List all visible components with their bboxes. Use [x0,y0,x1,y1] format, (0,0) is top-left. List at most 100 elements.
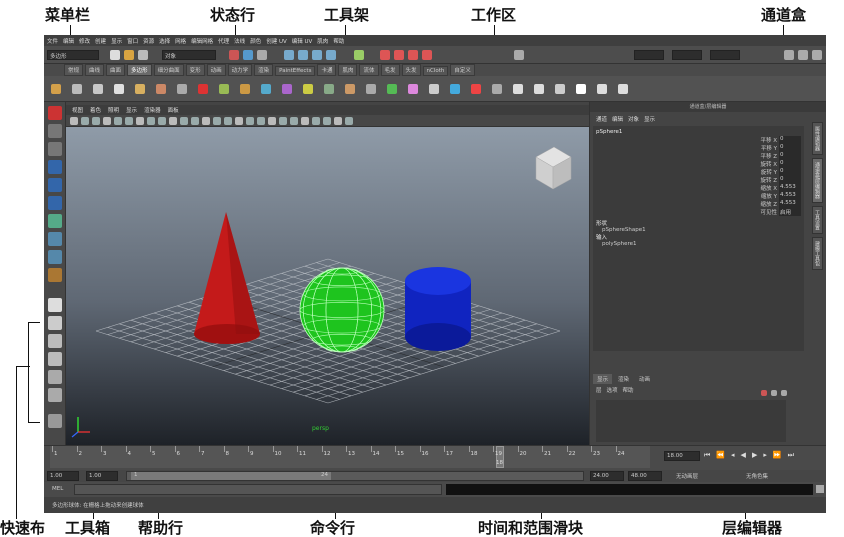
layout-four-icon[interactable] [48,316,62,330]
coord-x-field[interactable] [634,50,664,60]
poly-soccer-icon[interactable] [261,84,271,94]
shelf-tab-general[interactable]: 常规 [64,64,84,76]
step-back-key-icon[interactable]: ⏪ [716,451,725,460]
viewport-tool-icon[interactable] [323,117,331,125]
shelf-tab-subdivs[interactable]: 细分曲面 [153,64,184,76]
channel-attr-row[interactable]: 可见性 启用 [596,208,801,216]
step-back-frame-icon[interactable]: ◂ [731,451,735,460]
viewport-tool-icon[interactable] [158,117,166,125]
playback-start-field[interactable]: 1.00 [86,471,118,481]
layer-tab-render[interactable]: 渲染 [614,374,633,384]
viewport-menu-view[interactable]: 视图 [72,106,83,114]
viewport-tool-icon[interactable] [136,117,144,125]
green-sphere[interactable] [299,267,385,353]
viewport-menu-renderer[interactable]: 渲染器 [144,106,161,114]
append-polygon-icon[interactable] [471,84,481,94]
step-forward-frame-icon[interactable]: ▸ [763,451,767,460]
show-attribute-editor-icon[interactable] [812,50,822,60]
viewport-tool-icon[interactable] [202,117,210,125]
lasso-tool-icon[interactable] [48,124,62,138]
manipulator-tool-icon[interactable] [48,214,62,228]
shelf-tab-fur[interactable]: 毛发 [380,64,400,76]
layout-outliner-icon[interactable] [48,414,62,428]
viewport-menu-show[interactable]: 显示 [126,106,137,114]
channel-attr-row[interactable]: 平移 Z0 [596,152,801,160]
viewport-menu-lighting[interactable]: 照明 [108,106,119,114]
viewport-tool-icon[interactable] [213,117,221,125]
bevel-icon[interactable] [576,84,586,94]
viewport-tool-icon[interactable] [235,117,243,125]
command-input[interactable] [74,484,442,495]
viewport-tool-icon[interactable] [334,117,342,125]
select-by-component-icon[interactable] [257,50,267,60]
channel-attr-row[interactable]: 平移 X0 [596,136,801,144]
channel-attr-row[interactable]: 平移 Y0 [596,144,801,152]
poly-pipe-icon[interactable] [219,84,229,94]
smooth-icon[interactable] [408,84,418,94]
viewport-tool-icon[interactable] [81,117,89,125]
boolean-intersect-icon[interactable] [387,84,397,94]
merge-icon[interactable] [597,84,607,94]
channel-attr-value[interactable]: 4.553 [779,200,801,208]
shelf-tab-fluids[interactable]: 流体 [359,64,379,76]
ipr-render-icon[interactable] [394,50,404,60]
viewport-tool-icon[interactable] [125,117,133,125]
viewport-menu-shading[interactable]: 着色 [90,106,101,114]
side-tab-modeling-toolkit[interactable]: 建模工具包 [812,236,823,270]
end-time-field[interactable]: 48.00 [628,471,662,481]
poly-sphere-icon[interactable] [51,84,61,94]
viewport-tool-icon[interactable] [180,117,188,125]
menu-edit-uv[interactable]: 编辑 UV [292,37,313,45]
extrude-icon[interactable] [555,84,565,94]
anim-layer-select[interactable]: 无动画层 [676,472,698,480]
channel-menu-edit[interactable]: 编辑 [612,115,623,123]
save-scene-icon[interactable] [138,50,148,60]
layer-up-icon[interactable] [781,390,787,396]
poly-helix-icon[interactable] [240,84,250,94]
channel-attr-value[interactable]: 0 [779,144,801,152]
average-vertices-icon[interactable] [429,84,439,94]
shelf-tab-animation[interactable]: 动画 [206,64,226,76]
shelf-tab-toon[interactable]: 卡通 [317,64,337,76]
channel-attr-value[interactable]: 启用 [779,208,801,216]
viewport-tool-icon[interactable] [279,117,287,125]
shelf-tab-surfaces[interactable]: 曲面 [106,64,126,76]
channel-attr-value[interactable]: 4.553 [779,192,801,200]
workspace-viewport[interactable]: persp [66,127,589,445]
time-ruler[interactable]: 18 1 2 3 4 5 6 7 8 9 10 11 12 13 14 15 16 17 18 19 20 21 22 23… [50,446,650,468]
channel-menu-channels[interactable]: 通道 [596,115,607,123]
viewport-tool-icon[interactable] [224,117,232,125]
play-forward-icon[interactable]: ▶ [752,451,757,460]
coord-z-field[interactable] [710,50,740,60]
viewport-tool-icon[interactable] [70,117,78,125]
menu-modify[interactable]: 修改 [79,37,90,45]
snap-grid-icon[interactable] [284,50,294,60]
layer-tab-display[interactable]: 显示 [593,374,613,384]
menu-edit[interactable]: 编辑 [63,37,74,45]
rotate-tool-icon[interactable] [48,178,62,192]
layout-persp-graph-icon[interactable] [48,370,62,384]
shelf-tab-painteffects[interactable]: PaintEffects [275,66,316,76]
go-to-end-icon[interactable]: ⏭ [788,451,794,460]
menu-edit-mesh[interactable]: 编辑网格 [191,37,213,45]
poly-prism-icon[interactable] [177,84,187,94]
paint-select-icon[interactable] [48,142,62,156]
channel-attr-value[interactable]: 0 [779,152,801,160]
poly-plane-icon[interactable] [135,84,145,94]
character-set-select[interactable]: 无角色集 [746,472,768,480]
layout-persp-outliner-icon[interactable] [48,352,62,366]
viewport-tool-icon[interactable] [345,117,353,125]
show-tool-settings-icon[interactable] [798,50,808,60]
channel-attr-value[interactable]: 0 [779,160,801,168]
current-frame-field[interactable]: 18.00 [664,451,700,461]
channel-object-name[interactable]: pSphere1 [596,129,801,135]
menu-help[interactable]: 帮助 [333,37,344,45]
range-handle[interactable]: 1 24 [131,472,331,480]
new-layer-selected-icon[interactable] [771,390,777,396]
channel-attr-value[interactable]: 0 [779,136,801,144]
channel-menu-object[interactable]: 对象 [628,115,639,123]
layer-tab-animation[interactable]: 动画 [635,374,654,384]
insert-edge-loop-icon[interactable] [513,84,523,94]
layer-list[interactable] [596,400,786,442]
viewport-tool-icon[interactable] [92,117,100,125]
